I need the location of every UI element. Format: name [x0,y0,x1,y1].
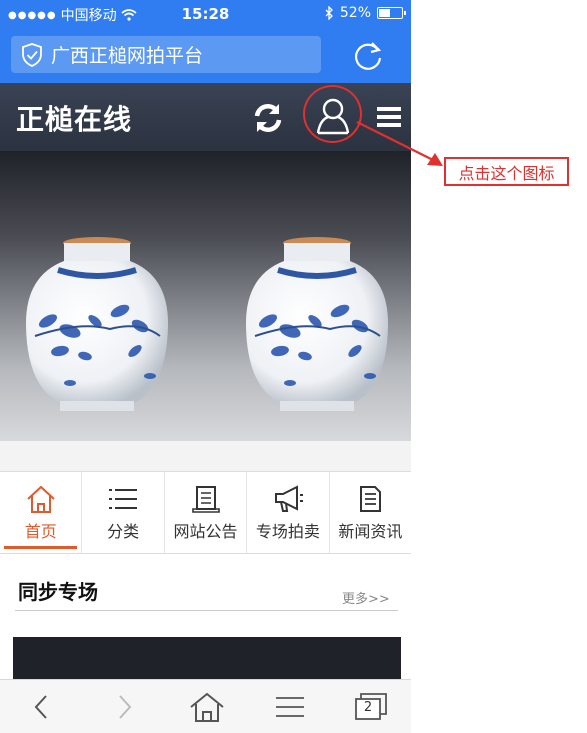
nav-label-auction: 专场拍卖 [255,521,320,541]
phone-screen: ●●●●● 中国移动 15:28 52% 广西正槌网拍平台 正槌在线 首页 分类… [0,0,411,733]
jar-right [245,237,389,411]
nav-item-category[interactable]: 分类 [82,472,165,553]
site-logo[interactable]: 正槌在线 [16,98,132,138]
menu-icon[interactable] [270,690,310,724]
nav-label-home: 首页 [24,521,57,541]
battery-level [379,9,390,17]
nav-label-notice: 网站公告 [173,521,238,541]
news-icon [360,485,382,512]
section-divider [15,610,398,611]
tabs-button[interactable]: 2 [352,690,392,724]
more-link[interactable]: 更多>> [342,588,390,607]
browser-bottom-bar: 2 [0,679,411,733]
porcelain-jars-image [25,237,389,411]
nav-item-auction[interactable]: 专场拍卖 [247,472,330,553]
auction-card-image[interactable] [13,637,401,679]
nav-item-home[interactable]: 首页 [0,472,83,553]
browser-toolbar: 广西正槌网拍平台 [0,28,411,83]
home-icon[interactable] [187,690,227,724]
notice-icon [191,485,220,513]
status-bar: ●●●●● 中国移动 15:28 52% [0,0,411,28]
annotation-label: 点击这个图标 [444,157,569,186]
banner-spacer [0,441,411,471]
tab-count: 2 [363,700,373,715]
battery-icon [377,7,406,19]
shield-check-icon [22,42,42,67]
sync-auction-section: 同步专场 更多>> [0,554,411,679]
refresh-icon[interactable] [250,101,286,135]
forward-icon[interactable] [104,690,144,724]
site-header: 正槌在线 [0,83,411,151]
reload-icon[interactable] [350,38,386,74]
banner-carousel[interactable] [0,151,411,441]
menu-icon[interactable] [376,104,402,130]
section-title: 同步专场 [18,580,98,604]
back-icon[interactable] [22,690,62,724]
page-title: 广西正槌网拍平台 [51,45,204,67]
address-bar[interactable]: 广西正槌网拍平台 [11,36,321,73]
nav-item-news[interactable]: 新闻资讯 [330,472,411,553]
jar-left [25,237,169,411]
user-icon[interactable] [315,96,351,136]
megaphone-icon [274,484,303,512]
list-icon [109,488,138,509]
nav-label-category: 分类 [107,521,140,541]
nav-label-news: 新闻资讯 [338,521,403,541]
bluetooth-icon [325,6,333,20]
category-nav: 首页 分类 网站公告 专场拍卖 新闻资讯 [0,471,411,554]
battery-percent: 52% [339,5,371,21]
nav-item-notice[interactable]: 网站公告 [165,472,248,553]
home-icon [27,485,55,513]
